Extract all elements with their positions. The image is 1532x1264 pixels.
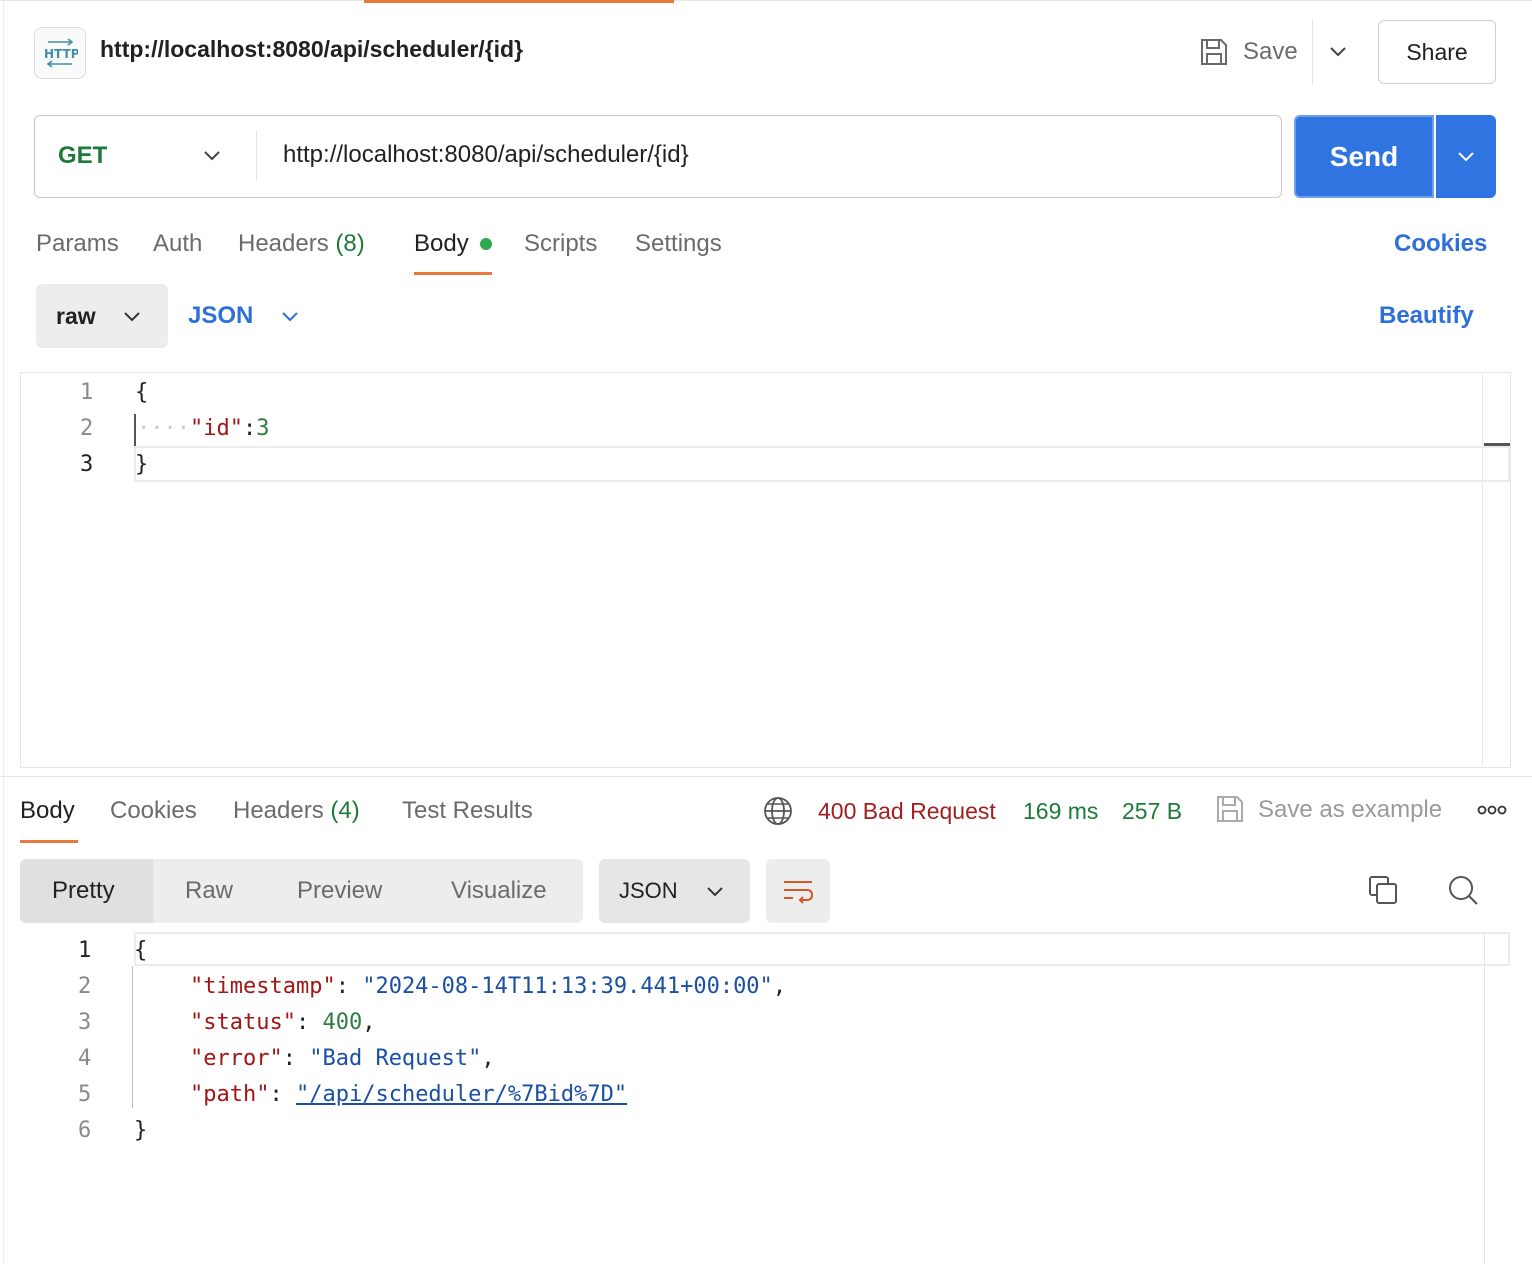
chevron-down-icon[interactable] <box>1324 38 1352 66</box>
left-border <box>3 0 4 1264</box>
more-options-icon[interactable] <box>1476 800 1508 820</box>
json-key: "status" <box>190 1010 296 1035</box>
top-border <box>0 0 1532 4</box>
beautify-button[interactable]: Beautify <box>1379 302 1474 330</box>
code-line: { <box>134 938 148 963</box>
code-line: } <box>134 1118 148 1143</box>
current-line-highlight <box>134 446 1510 482</box>
resp-tab-headers[interactable]: Headers (4) <box>233 797 360 825</box>
code-line: ····"id":3 <box>137 416 269 441</box>
view-pretty[interactable]: Pretty <box>52 877 115 905</box>
wrap-icon <box>784 881 814 904</box>
response-format-label: JSON <box>619 878 678 903</box>
json-colon: : <box>242 416 257 441</box>
line-number: 1 <box>80 380 94 405</box>
indent-guide <box>132 966 133 1108</box>
json-key: "timestamp" <box>190 974 336 999</box>
share-button[interactable]: Share <box>1378 20 1496 84</box>
line-number: 5 <box>78 1082 92 1107</box>
url-input[interactable]: http://localhost:8080/api/scheduler/{id} <box>283 141 689 169</box>
pane-divider[interactable] <box>0 776 1532 777</box>
indent-guide: ···· <box>137 416 190 441</box>
editor-scrollbar-track <box>1482 374 1483 766</box>
code-line: { <box>135 380 149 405</box>
view-preview[interactable]: Preview <box>297 877 382 905</box>
line-number: 1 <box>78 938 92 963</box>
chevron-down-icon[interactable] <box>198 142 226 170</box>
tab-headers[interactable]: Headers (8) <box>238 230 365 258</box>
save-button[interactable]: Save <box>1243 38 1298 66</box>
tab-body[interactable]: Body <box>414 230 469 258</box>
current-line-highlight <box>134 932 1510 966</box>
view-visualize[interactable]: Visualize <box>451 877 547 905</box>
body-format-select[interactable]: JSON <box>188 302 253 330</box>
text-cursor <box>134 414 136 446</box>
editor-scrollbar-track <box>1484 932 1485 1264</box>
line-number: 4 <box>78 1046 92 1071</box>
status-code[interactable]: 400 Bad Request <box>818 798 996 825</box>
tab-headers-count: (8) <box>335 230 365 257</box>
code-line: "timestamp": "2024-08-14T11:13:39.441+00… <box>190 974 787 999</box>
line-number: 6 <box>78 1118 92 1143</box>
code-line: "error": "Bad Request", <box>190 1046 495 1071</box>
tab-params[interactable]: Params <box>36 230 119 258</box>
code-line: "path": "/api/scheduler/%7Bid%7D" <box>190 1082 628 1107</box>
svg-text:HTTP: HTTP <box>44 47 78 61</box>
json-key: "error" <box>190 1046 283 1071</box>
tab-scripts[interactable]: Scripts <box>524 230 597 258</box>
json-key: "id" <box>189 416 243 441</box>
resp-tab-body[interactable]: Body <box>20 797 75 825</box>
line-number: 3 <box>80 452 94 477</box>
method-select[interactable]: GET <box>58 142 107 170</box>
save-icon[interactable] <box>1198 36 1230 68</box>
save-icon[interactable] <box>1214 793 1246 825</box>
active-tab-accent <box>364 0 674 3</box>
request-title[interactable]: http://localhost:8080/api/scheduler/{id} <box>100 36 523 63</box>
line-number: 2 <box>80 416 94 441</box>
chevron-down-icon[interactable] <box>276 303 304 331</box>
chevron-down-icon <box>707 887 723 897</box>
line-number: 3 <box>78 1010 92 1035</box>
resp-tab-test-results[interactable]: Test Results <box>402 797 533 825</box>
json-key: "path" <box>190 1082 270 1107</box>
http-icon: HTTP <box>34 27 86 79</box>
send-button[interactable]: Send <box>1294 115 1434 198</box>
tab-settings[interactable]: Settings <box>635 230 722 258</box>
tab-underline <box>414 272 492 275</box>
tab-auth[interactable]: Auth <box>153 230 202 258</box>
code-line: "status": 400, <box>190 1010 376 1035</box>
response-size[interactable]: 257 B <box>1122 798 1182 825</box>
wrap-lines-button[interactable] <box>766 859 830 923</box>
view-raw[interactable]: Raw <box>185 877 233 905</box>
copy-icon[interactable] <box>1366 873 1400 907</box>
resp-tab-headers-count: (4) <box>330 797 360 824</box>
body-mode-label: raw <box>56 303 96 329</box>
divider <box>256 130 257 180</box>
tab-headers-label: Headers <box>238 230 329 257</box>
line-number: 2 <box>78 974 92 999</box>
save-as-example-button[interactable]: Save as example <box>1258 796 1442 824</box>
globe-icon[interactable] <box>762 795 794 827</box>
body-modified-dot <box>480 238 492 250</box>
json-value: 400 <box>322 1010 363 1035</box>
search-icon[interactable] <box>1446 873 1480 907</box>
send-options-button[interactable] <box>1436 115 1496 198</box>
resp-tab-headers-label: Headers <box>233 797 324 824</box>
code-line: } <box>135 452 149 477</box>
response-time[interactable]: 169 ms <box>1023 798 1098 825</box>
cookies-link[interactable]: Cookies <box>1394 230 1487 258</box>
json-link-value[interactable]: "/api/scheduler/%7Bid%7D" <box>296 1082 627 1107</box>
json-value: "2024-08-14T11:13:39.441+00:00" <box>362 974 773 999</box>
resp-tab-cookies[interactable]: Cookies <box>110 797 197 825</box>
tab-underline <box>20 840 78 843</box>
json-value: 3 <box>256 416 270 441</box>
chevron-down-icon <box>1458 151 1474 161</box>
chevron-down-icon <box>124 312 140 322</box>
divider <box>1312 20 1313 84</box>
json-value: "Bad Request" <box>309 1046 482 1071</box>
